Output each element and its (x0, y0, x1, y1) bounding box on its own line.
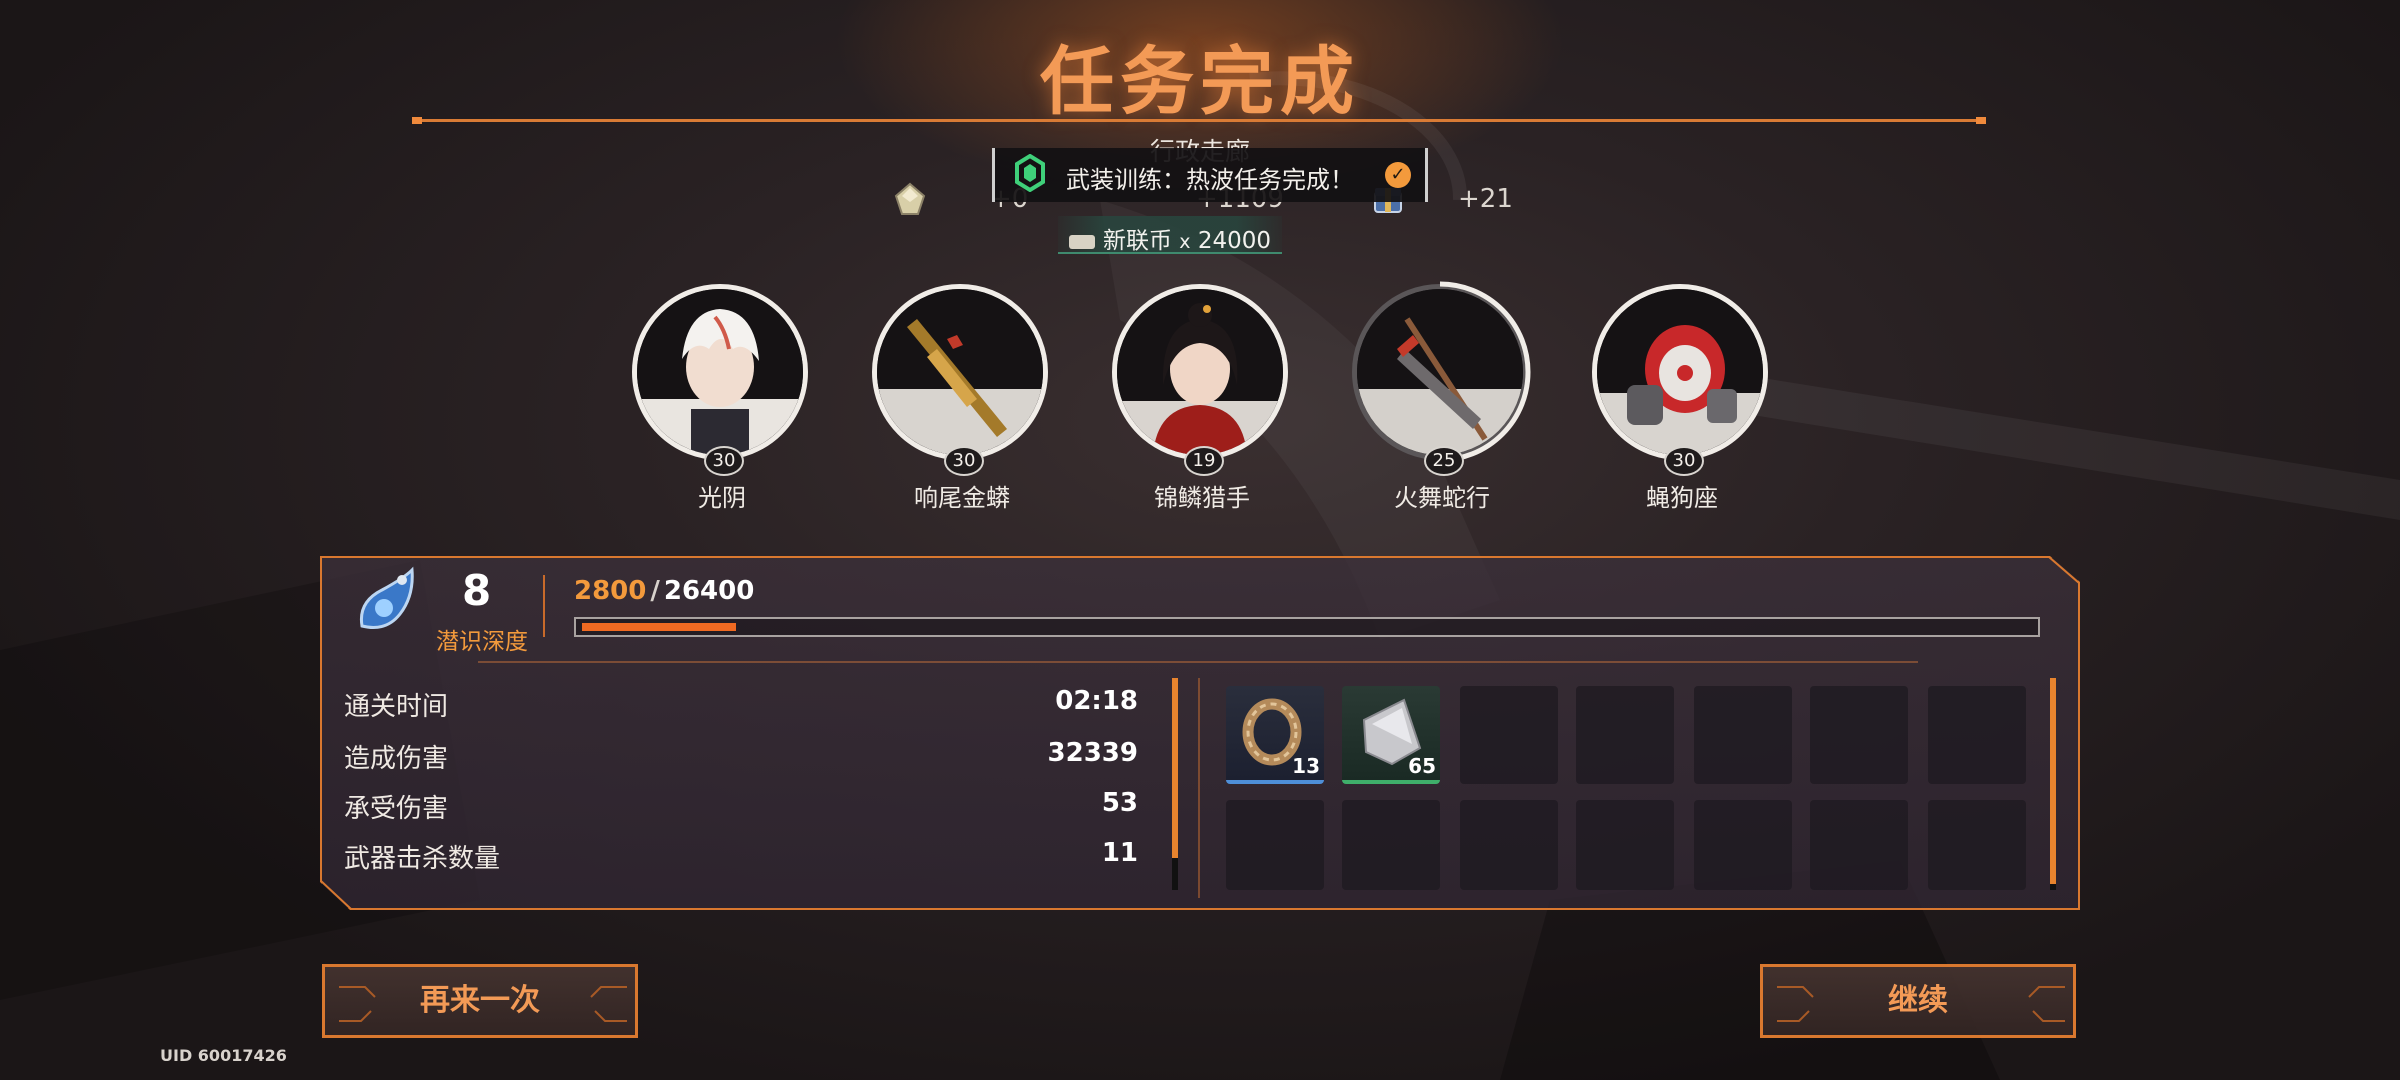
exp-readout: 2800/26400 (574, 576, 754, 606)
loot-slot-empty (1226, 800, 1324, 890)
loot-slot-empty (1928, 686, 2026, 784)
member-portrait (632, 284, 808, 460)
member-name: 锦鳞猎手 (1154, 484, 1250, 512)
title-divider (412, 119, 1986, 122)
depth-divider (543, 575, 545, 637)
depth-crystal-icon (359, 566, 414, 629)
golden-rifle-icon (877, 289, 1043, 455)
loot-slot-empty (1694, 686, 1792, 784)
panel-divider (1198, 678, 1200, 898)
stat-label: 武器击杀数量 (344, 844, 501, 874)
loot-slot-empty (1460, 800, 1558, 890)
exp-separator: / (650, 576, 660, 606)
party-member-1[interactable]: 30 光阴 (622, 284, 822, 513)
member-level: 25 (1424, 446, 1464, 476)
page-title: 任务完成 (1040, 39, 1360, 125)
party-member-4[interactable]: 25 火舞蛇行 (1342, 281, 1542, 513)
loot-slot-empty (1810, 800, 1908, 890)
loot-slot-empty (1928, 800, 2026, 890)
member-name: 光阴 (698, 484, 746, 512)
stats-scrollbar-thumb[interactable] (1172, 678, 1178, 858)
loot-slot[interactable]: 65 (1342, 686, 1440, 784)
panel-separator (478, 661, 1918, 663)
stat-value: 53 (1101, 788, 1138, 818)
coin-times: x (1179, 231, 1191, 253)
member-exp-ring (1439, 281, 1531, 463)
member-portrait (1592, 284, 1768, 460)
member-level: 30 (704, 446, 744, 476)
continue-button[interactable]: 继续 (1760, 964, 2076, 1038)
loot-slot[interactable]: 13 (1226, 686, 1324, 784)
member-level: 30 (1664, 446, 1704, 476)
stat-value: 02:18 (1055, 686, 1138, 716)
loot-slot-empty (1810, 686, 1908, 784)
loot-slot-empty (1576, 686, 1674, 784)
exp-current: 2800 (574, 576, 647, 606)
title-divider-cap-left (412, 117, 422, 124)
retry-label: 再来一次 (420, 983, 540, 1018)
stat-label: 承受伤害 (344, 794, 449, 824)
check-icon: ✓ (1385, 162, 1411, 188)
loot-slot-empty (1342, 800, 1440, 890)
loot-slot-empty (1576, 800, 1674, 890)
member-name: 响尾金蟒 (914, 484, 1010, 512)
member-name: 蝇狗座 (1646, 484, 1718, 512)
mech-dog-icon (1597, 289, 1763, 455)
loot-count: 13 (1292, 754, 1320, 778)
coin-icon (1068, 234, 1095, 249)
member-level: 30 (944, 446, 984, 476)
toast-text: 武装训练：热波任务完成！ (1066, 166, 1354, 194)
reward-crystal-icon (892, 182, 928, 222)
loot-count: 65 (1408, 754, 1436, 778)
currency-reward: 新联币 x 24000 (1058, 216, 1282, 254)
title-divider-cap-right (1976, 117, 1986, 124)
continue-label: 继续 (1888, 983, 1948, 1018)
retry-button[interactable]: 再来一次 (322, 964, 638, 1038)
coin-amount: 24000 (1197, 228, 1272, 254)
stat-value: 32339 (1047, 738, 1138, 768)
loot-scrollbar-thumb[interactable] (2050, 678, 2056, 884)
member-name: 火舞蛇行 (1394, 484, 1490, 512)
coin-label: 新联币 (1102, 228, 1172, 254)
stat-value: 11 (1101, 838, 1138, 868)
exp-progress-bar (574, 617, 2040, 637)
loot-slot-empty (1694, 800, 1792, 890)
reward-right-value: +21 (1458, 184, 1513, 214)
stat-label: 造成伤害 (344, 744, 449, 774)
member-portrait (872, 284, 1048, 460)
party-member-5[interactable]: 30 蝇狗座 (1582, 284, 1782, 513)
white-hair-character-icon (637, 289, 803, 455)
loot-slot-empty (1460, 686, 1558, 784)
member-exp-ring (1107, 279, 1293, 465)
member-level: 19 (1184, 446, 1224, 476)
exp-progress-fill (582, 623, 736, 631)
exp-max: 26400 (663, 576, 755, 606)
stat-label: 通关时间 (344, 692, 449, 722)
party-member-2[interactable]: 30 响尾金蟒 (862, 284, 1062, 513)
party-member-3[interactable]: 19 锦鳞猎手 (1102, 284, 1302, 513)
user-id: UID 60017426 (160, 1046, 287, 1065)
depth-label: 潜识深度 (436, 629, 528, 655)
mission-complete-toast: 武装训练：热波任务完成！ ✓ (992, 148, 1428, 202)
depth-level: 8 (462, 566, 492, 615)
